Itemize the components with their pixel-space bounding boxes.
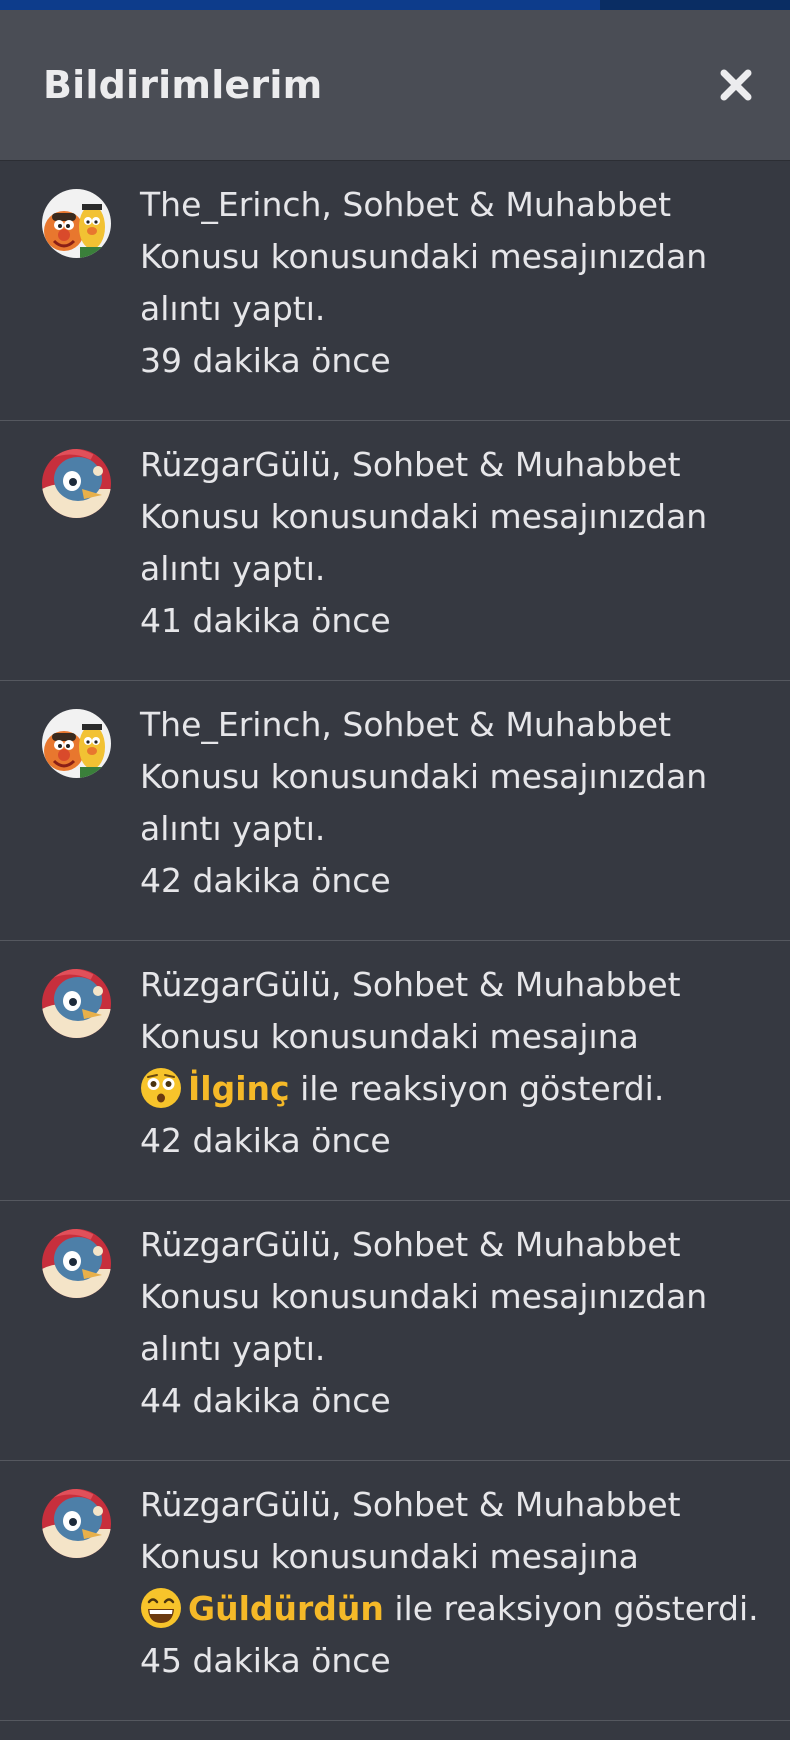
notification-time: 41 dakika önce xyxy=(140,601,391,640)
notification-line: alıntı yaptı. xyxy=(140,1329,326,1368)
notification-time: 39 dakika önce xyxy=(140,341,391,380)
notification-text: RüzgarGülü, Sohbet & Muhabbet Konusu kon… xyxy=(140,439,770,647)
reaction-label: İlginç xyxy=(188,1069,290,1108)
reaction-suffix: ile reaksiyon gösterdi. xyxy=(383,1589,759,1628)
notification-line: Konusu konusundaki mesajınızdan xyxy=(140,237,708,276)
user-avatar[interactable] xyxy=(42,189,111,258)
notification-line: The_Erinch, Sohbet & Muhabbet xyxy=(140,185,672,224)
notification-item[interactable]: The_Erinch, Sohbet & Muhabbet Konusu kon… xyxy=(0,161,790,421)
cartoon-bird-avatar-icon xyxy=(42,1229,111,1298)
notification-time: 42 dakika önce xyxy=(140,1121,391,1160)
notification-time: 45 dakika önce xyxy=(140,1641,391,1680)
notification-line: RüzgarGülü, Sohbet & Muhabbet xyxy=(140,445,681,484)
cartoon-bird-avatar-icon xyxy=(42,1489,111,1558)
notification-item[interactable]: RüzgarGülü, Sohbet & Muhabbet Konusu kon… xyxy=(0,421,790,681)
close-button[interactable] xyxy=(714,63,758,107)
grinning-face-emoji-icon xyxy=(141,1588,181,1628)
notification-line: Konusu konusundaki mesajınızdan xyxy=(140,757,708,796)
notification-list: The_Erinch, Sohbet & Muhabbet Konusu kon… xyxy=(0,161,790,1721)
user-avatar[interactable] xyxy=(42,969,111,1038)
reaction-suffix: ile reaksiyon gösterdi. xyxy=(289,1069,665,1108)
notification-line: alıntı yaptı. xyxy=(140,809,326,848)
ernie-bert-avatar-icon xyxy=(42,189,111,258)
user-avatar[interactable] xyxy=(42,1489,111,1558)
close-icon xyxy=(720,69,752,101)
notification-line: Konusu konusundaki mesajına xyxy=(140,1537,639,1576)
user-avatar[interactable] xyxy=(42,449,111,518)
notification-line: RüzgarGülü, Sohbet & Muhabbet xyxy=(140,1225,681,1264)
flushed-face-emoji-icon xyxy=(141,1068,181,1108)
notification-line: alıntı yaptı. xyxy=(140,549,326,588)
panel-header: Bildirimlerim xyxy=(0,10,790,161)
notification-line: alıntı yaptı. xyxy=(140,289,326,328)
notification-item[interactable]: RüzgarGülü, Sohbet & Muhabbet Konusu kon… xyxy=(0,941,790,1201)
notification-line: RüzgarGülü, Sohbet & Muhabbet xyxy=(140,965,681,1004)
reaction-label: Güldürdün xyxy=(188,1589,384,1628)
notification-item[interactable]: RüzgarGülü, Sohbet & Muhabbet Konusu kon… xyxy=(0,1461,790,1721)
notification-item[interactable]: RüzgarGülü, Sohbet & Muhabbet Konusu kon… xyxy=(0,1201,790,1461)
notification-line: Konusu konusundaki mesajınızdan xyxy=(140,1277,708,1316)
notification-item[interactable]: The_Erinch, Sohbet & Muhabbet Konusu kon… xyxy=(0,681,790,941)
notification-time: 44 dakika önce xyxy=(140,1381,391,1420)
notification-text: RüzgarGülü, Sohbet & Muhabbet Konusu kon… xyxy=(140,959,770,1167)
notification-line: Konusu konusundaki mesajınızdan xyxy=(140,497,708,536)
notification-line: Konusu konusundaki mesajına xyxy=(140,1017,639,1056)
reaction-line: Güldürdün ile reaksiyon gösterdi. xyxy=(140,1583,770,1635)
notification-text: RüzgarGülü, Sohbet & Muhabbet Konusu kon… xyxy=(140,1219,770,1427)
notification-time: 42 dakika önce xyxy=(140,861,391,900)
cartoon-bird-avatar-icon xyxy=(42,449,111,518)
notification-line: RüzgarGülü, Sohbet & Muhabbet xyxy=(140,1485,681,1524)
top-accent-bar xyxy=(0,0,790,10)
user-avatar[interactable] xyxy=(42,1229,111,1298)
notification-text: RüzgarGülü, Sohbet & Muhabbet Konusu kon… xyxy=(140,1479,770,1687)
reaction-line: İlginç ile reaksiyon gösterdi. xyxy=(140,1063,770,1115)
ernie-bert-avatar-icon xyxy=(42,709,111,778)
panel-title: Bildirimlerim xyxy=(43,63,323,107)
cartoon-bird-avatar-icon xyxy=(42,969,111,1038)
user-avatar[interactable] xyxy=(42,709,111,778)
notification-text: The_Erinch, Sohbet & Muhabbet Konusu kon… xyxy=(140,699,770,907)
notification-line: The_Erinch, Sohbet & Muhabbet xyxy=(140,705,672,744)
notification-text: The_Erinch, Sohbet & Muhabbet Konusu kon… xyxy=(140,179,770,387)
notifications-panel: Bildirimlerim The_Erinch, Sohbet & Muhab… xyxy=(0,10,790,1740)
